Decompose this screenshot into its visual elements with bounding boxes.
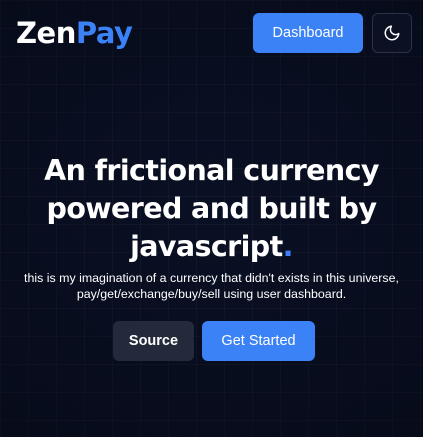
- hero-section: An frictional currency powered and built…: [0, 152, 423, 302]
- logo[interactable]: ZenPay: [16, 14, 133, 52]
- theme-toggle-button[interactable]: [372, 13, 412, 53]
- navbar: ZenPay Dashboard: [0, 0, 423, 66]
- hero-title: An frictional currency powered and built…: [12, 152, 412, 266]
- hero-subtitle: this is my imagination of a currency tha…: [24, 271, 399, 301]
- hero-title-dot: .: [282, 230, 294, 263]
- logo-text-pay: Pay: [75, 16, 133, 50]
- logo-text-zen: Zen: [16, 16, 76, 50]
- dashboard-button[interactable]: Dashboard: [253, 13, 363, 53]
- source-button[interactable]: Source: [113, 321, 194, 361]
- get-started-button[interactable]: Get Started: [202, 321, 315, 361]
- moon-icon: [384, 25, 400, 41]
- hero-title-text: An frictional currency powered and built…: [44, 154, 379, 263]
